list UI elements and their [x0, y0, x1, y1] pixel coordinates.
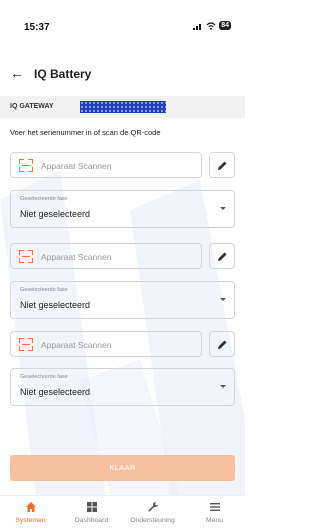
scan-device-field[interactable]: Apparaat Scannen [10, 152, 202, 178]
qr-scan-icon [19, 159, 33, 172]
device-scan-row: Apparaat Scannen [10, 152, 235, 178]
pencil-icon [218, 340, 227, 349]
nav-dashboard[interactable]: Dashboard [61, 500, 122, 530]
nav-menu[interactable]: Menu [184, 500, 245, 530]
scan-placeholder: Apparaat Scannen [41, 340, 112, 350]
device-scan-row: Apparaat Scannen [10, 331, 235, 357]
nav-label: Systemen [15, 517, 46, 524]
edit-serial-button[interactable] [209, 243, 235, 269]
submit-button[interactable]: KLAAR [10, 455, 235, 481]
dropdown-caret-icon [220, 385, 226, 388]
scan-device-field[interactable]: Apparaat Scannen [10, 243, 202, 269]
pencil-icon [218, 161, 227, 170]
bottom-nav: Systemen Dashboard Ondersteuning Menu [0, 495, 245, 530]
app-header: ← IQ Battery [0, 60, 245, 88]
phase-select-value: Niet geselecteerd [20, 300, 91, 310]
nav-ondersteuning[interactable]: Ondersteuning [122, 500, 183, 530]
nav-label: Ondersteuning [130, 517, 175, 524]
phase-select[interactable]: Geselecteerde fase Niet geselecteerd [10, 281, 235, 319]
signal-icon [193, 23, 202, 30]
wifi-icon [206, 21, 216, 30]
phase-select-label: Geselecteerde fase [20, 196, 68, 202]
page-title: IQ Battery [34, 67, 92, 81]
menu-icon [209, 503, 220, 511]
wrench-icon [147, 502, 158, 512]
device-scan-row: Apparaat Scannen [10, 243, 235, 269]
phase-select[interactable]: Geselecteerde fase Niet geselecteerd [10, 190, 235, 228]
pencil-icon [218, 252, 227, 261]
gateway-bar: IQ GATEWAY [0, 96, 245, 118]
back-arrow-icon[interactable]: ← [10, 65, 24, 81]
nav-label: Dashboard [74, 517, 109, 524]
phase-select-label: Geselecteerde fase [20, 374, 68, 380]
nav-label: Menu [205, 517, 223, 524]
home-icon [25, 502, 36, 512]
phase-select[interactable]: Geselecteerde fase Niet geselecteerd [10, 368, 235, 406]
instruction-text: Voer het serienummer in of scan de QR-co… [10, 128, 161, 137]
phase-select-label: Geselecteerde fase [20, 287, 68, 293]
edit-serial-button[interactable] [209, 152, 235, 178]
qr-scan-icon [19, 250, 33, 263]
battery-indicator: 84 [219, 21, 231, 30]
submit-label: KLAAR [109, 463, 136, 472]
scan-placeholder: Apparaat Scannen [41, 252, 112, 262]
status-icons: 84 [193, 21, 231, 30]
edit-serial-button[interactable] [209, 331, 235, 357]
dashboard-icon [86, 502, 97, 512]
dropdown-caret-icon [220, 298, 226, 301]
scan-placeholder: Apparaat Scannen [41, 161, 112, 171]
scan-device-field[interactable]: Apparaat Scannen [10, 331, 202, 357]
gateway-serial-redacted [80, 101, 166, 113]
status-time: 15:37 [24, 22, 50, 33]
nav-systemen[interactable]: Systemen [0, 500, 61, 530]
gateway-label: IQ GATEWAY [10, 103, 54, 110]
qr-scan-icon [19, 338, 33, 351]
phase-select-value: Niet geselecteerd [20, 209, 91, 219]
status-bar: 15:37 84 [0, 0, 245, 40]
dropdown-caret-icon [220, 207, 226, 210]
phase-select-value: Niet geselecteerd [20, 387, 91, 397]
